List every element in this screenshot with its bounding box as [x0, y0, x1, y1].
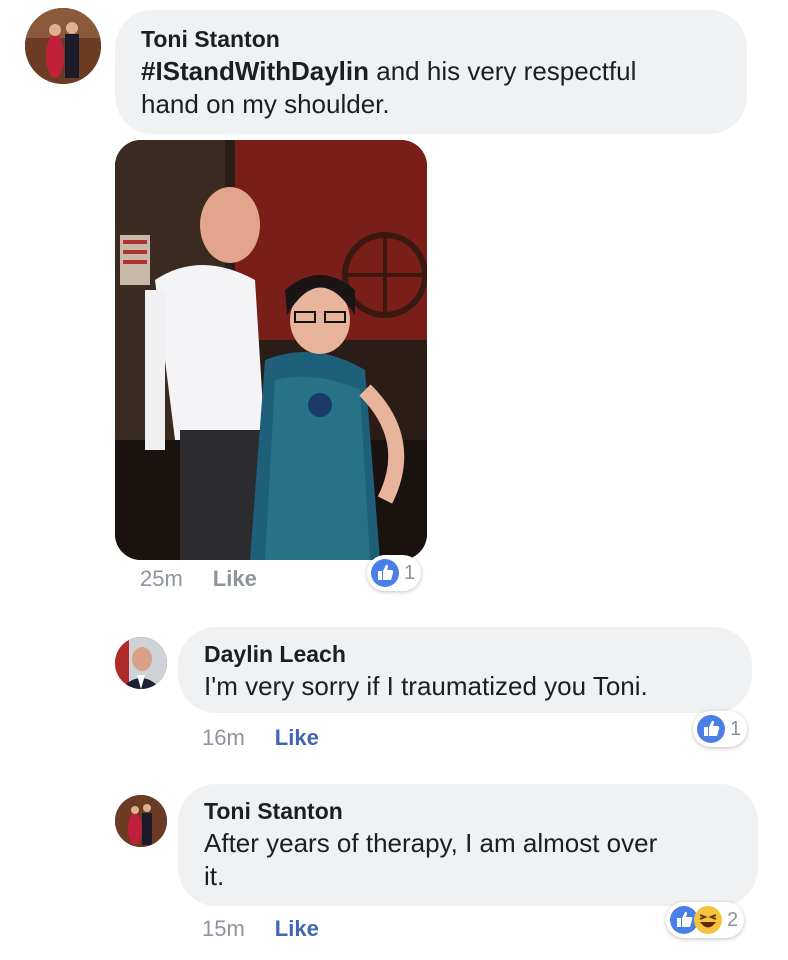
comment-meta: 16m Like: [202, 725, 319, 751]
reaction-summary[interactable]: 2: [666, 902, 745, 938]
comment-text-line2: hand on my shoulder.: [141, 89, 390, 119]
comment-bubble: Toni Stanton After years of therapy, I a…: [178, 784, 758, 906]
comment-photo[interactable]: [115, 140, 427, 560]
avatar-daylin-leach[interactable]: [115, 637, 167, 689]
reaction-summary[interactable]: 1: [693, 711, 748, 747]
like-icon: [371, 559, 399, 587]
haha-icon: [694, 906, 722, 934]
reaction-count: 2: [727, 908, 739, 931]
comment-meta: 25m Like: [140, 566, 257, 592]
avatar-toni-stanton[interactable]: [115, 795, 167, 847]
comment-timestamp[interactable]: 15m: [202, 916, 245, 941]
comment-text-line2: it.: [204, 861, 225, 891]
comment-timestamp[interactable]: 16m: [202, 725, 245, 750]
reaction-summary[interactable]: 1: [367, 555, 422, 591]
like-icon: [697, 715, 725, 743]
comment-author[interactable]: Daylin Leach: [204, 641, 726, 668]
comment-text: I'm very sorry if I traumatized you Toni…: [204, 671, 648, 701]
like-button[interactable]: Like: [275, 916, 319, 941]
comment-meta: 15m Like: [202, 916, 319, 942]
avatar-toni-stanton[interactable]: [25, 8, 101, 84]
comment-bubble: Toni Stanton #IStandWithDaylin and his v…: [115, 10, 747, 134]
like-button[interactable]: Like: [275, 725, 319, 750]
reaction-count: 1: [730, 717, 742, 740]
comment-text: and his very respectful: [376, 56, 637, 86]
hashtag-link[interactable]: #IStandWithDaylin: [141, 56, 369, 86]
like-button[interactable]: Like: [213, 566, 257, 591]
comment-author[interactable]: Toni Stanton: [204, 798, 732, 825]
reaction-count: 1: [404, 561, 416, 584]
comment-author[interactable]: Toni Stanton: [141, 26, 721, 53]
comment-text: After years of therapy, I am almost over: [204, 828, 658, 858]
comment-bubble: Daylin Leach I'm very sorry if I traumat…: [178, 627, 752, 713]
comment-timestamp[interactable]: 25m: [140, 566, 183, 591]
